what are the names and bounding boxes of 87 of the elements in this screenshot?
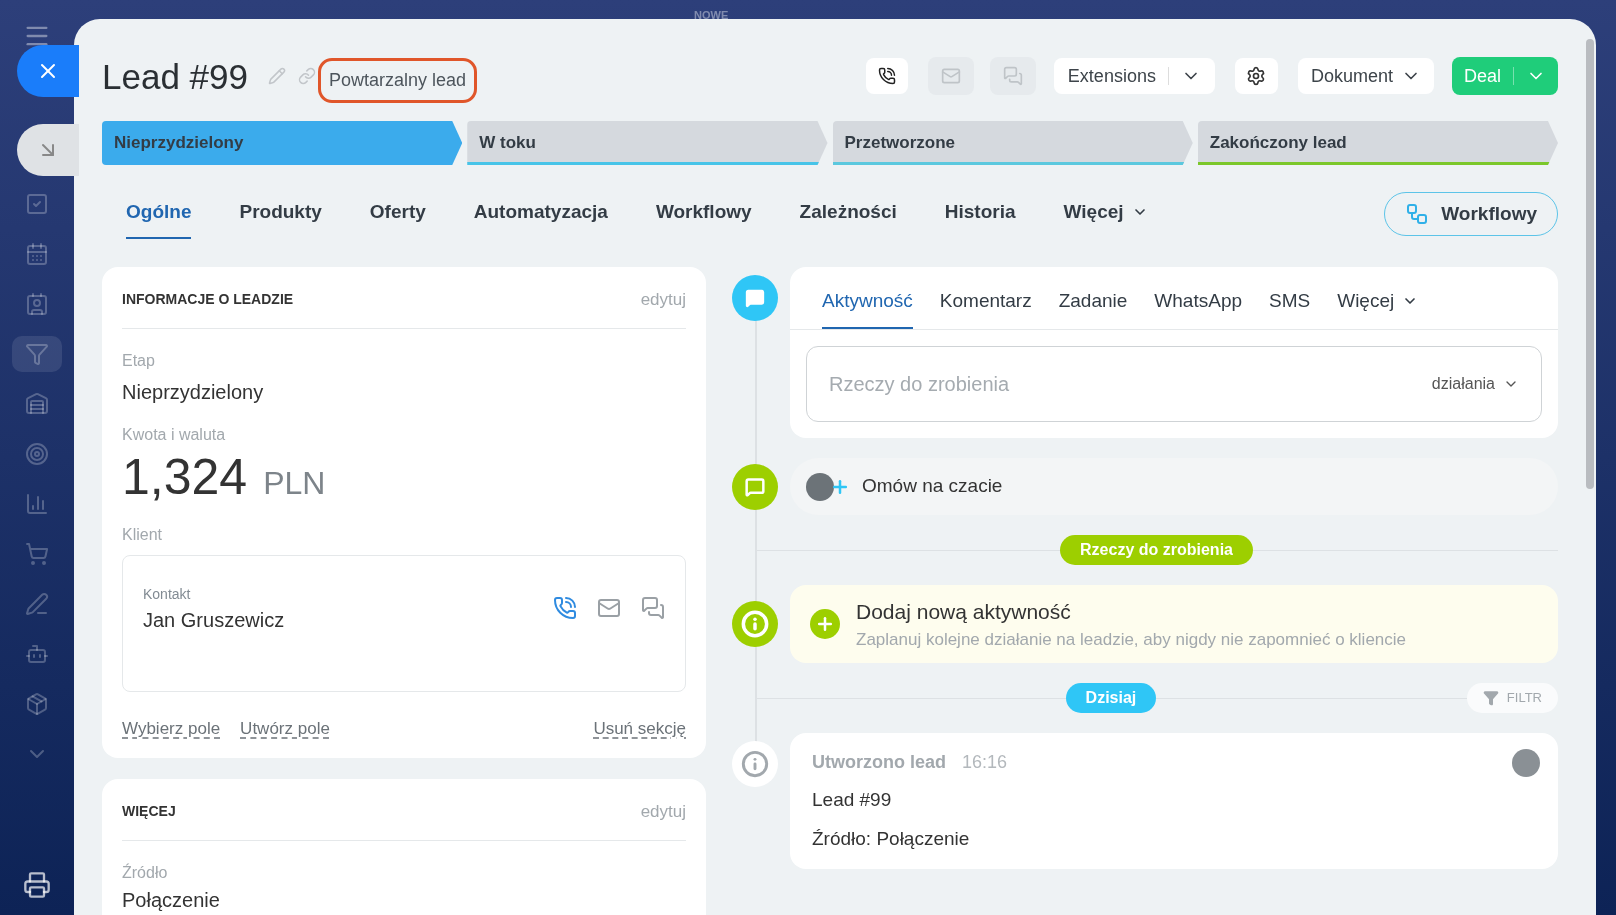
box-icon [25,692,49,716]
info-icon [732,741,778,787]
call-button[interactable] [865,58,908,94]
chat-bubble-icon [732,463,778,510]
close-button[interactable] [17,45,79,97]
field-label: Źródło [122,862,169,883]
tab[interactable]: Zależności [799,190,897,239]
tab[interactable]: Więcej [1337,278,1419,329]
mail-icon [940,66,961,86]
field-value: Nieprzydzielony [122,380,265,405]
field-label: Kwota i waluta [122,425,227,445]
field-value: Połączenie [122,888,221,913]
funnel-icon [25,342,49,366]
printer-icon[interactable] [23,871,51,899]
email-button[interactable] [927,57,974,95]
avatar-placeholder [806,472,834,501]
chat-row[interactable]: Omów na czacie [790,458,1558,515]
phone-icon[interactable] [553,596,577,620]
pencil-icon[interactable] [268,67,286,85]
avatar-placeholder [1512,749,1540,777]
stage-step[interactable]: Nieprzydzielony [102,121,463,165]
cart-icon [25,542,49,566]
settings-button[interactable] [1234,58,1278,94]
field-label: Etap [122,351,156,371]
currency-value: PLN [263,464,326,503]
robot-icon [25,642,49,666]
pen-icon [25,592,49,616]
chat-icon [1002,66,1023,86]
field-label: Kontakt [143,585,192,604]
chat-icon[interactable] [641,596,665,620]
section-title: WIĘCEJ [122,801,176,821]
checkbox-icon [25,192,49,216]
contact-name: Jan Gruszewicz [143,608,286,633]
add-activity-title: Dodaj nową aktywność [856,598,1072,625]
section-link[interactable]: Utwórz pole [240,716,330,742]
comment-bubble-icon [732,274,778,321]
repeat-lead-tag: Powtarzalny lead [318,57,478,103]
date-badge: Dzisiaj [1065,683,1157,713]
sidebar-item[interactable] [12,336,62,372]
phone-icon [877,67,896,85]
tab[interactable]: Ogólne [126,190,192,239]
link-icon[interactable] [298,67,316,85]
document-button[interactable]: Dokument [1297,58,1434,94]
tab[interactable]: Produkty [239,190,322,239]
add-activity-card[interactable]: Dodaj nową aktywność Zaplanuj kolejne działanie na leadzie, aby nigdy nie zapomnieć o kliencie [790,585,1558,663]
lead-title: Lead #99 [102,58,248,94]
section-badge: Rzeczy do zrobienia [1060,535,1253,565]
contact-card-icon [25,292,49,316]
filter-icon [1482,690,1499,706]
todo-input[interactable]: Rzeczy do zrobienia działania [806,346,1542,422]
actions-dropdown[interactable]: działania [1431,372,1519,396]
section-link[interactable]: Wybierz pole [122,716,221,742]
chat-button[interactable] [989,57,1036,95]
event-title: Utworzono lead [812,751,946,774]
minimize-button[interactable] [17,124,79,176]
amount-value: 1,324 [122,448,248,507]
calendar-icon [25,242,49,266]
section-title: INFORMACJE O LEADZIE [122,289,294,309]
input-placeholder: Rzeczy do zrobienia [829,372,1011,397]
settings-icon [1246,66,1267,86]
stage-step[interactable]: Zakończony lead [1197,121,1558,165]
extensions-button[interactable]: Extensions [1053,58,1215,94]
info-icon [732,601,778,647]
tab[interactable]: Oferty [369,190,426,239]
bar-chart-icon [25,492,49,516]
add-activity-subtitle: Zaplanuj kolejne działanie na leadzie, aby nigdy nie zapomnieć o kliencie [856,629,1407,651]
event-time: 16:16 [962,751,1008,774]
tab[interactable]: Zadanie [1058,278,1128,329]
workflow-icon [1405,202,1430,227]
stage-step[interactable]: W toku [467,121,828,165]
tab[interactable]: Historia [944,190,1016,239]
warehouse-icon [25,392,49,416]
event-text: Źródło: Połączenie [812,826,971,851]
event-text: Lead #99 [812,788,893,812]
tab[interactable]: SMS [1269,278,1311,329]
tab[interactable]: Aktywność [822,278,913,329]
remove-section-link[interactable]: Usuń sekcję [593,716,686,742]
tab[interactable]: Więcej [1063,190,1148,239]
target-icon [25,442,49,466]
tab[interactable]: WhatsApp [1154,278,1242,329]
tab[interactable]: Komentarz [939,278,1032,329]
tab[interactable]: Automatyzacja [473,190,608,239]
mail-icon[interactable] [597,596,621,620]
tab[interactable]: Workflowy [655,190,752,239]
stage-step[interactable]: Przetworzone [832,121,1193,165]
field-label: Klient [122,525,164,545]
background-label: NOWE [694,8,729,23]
